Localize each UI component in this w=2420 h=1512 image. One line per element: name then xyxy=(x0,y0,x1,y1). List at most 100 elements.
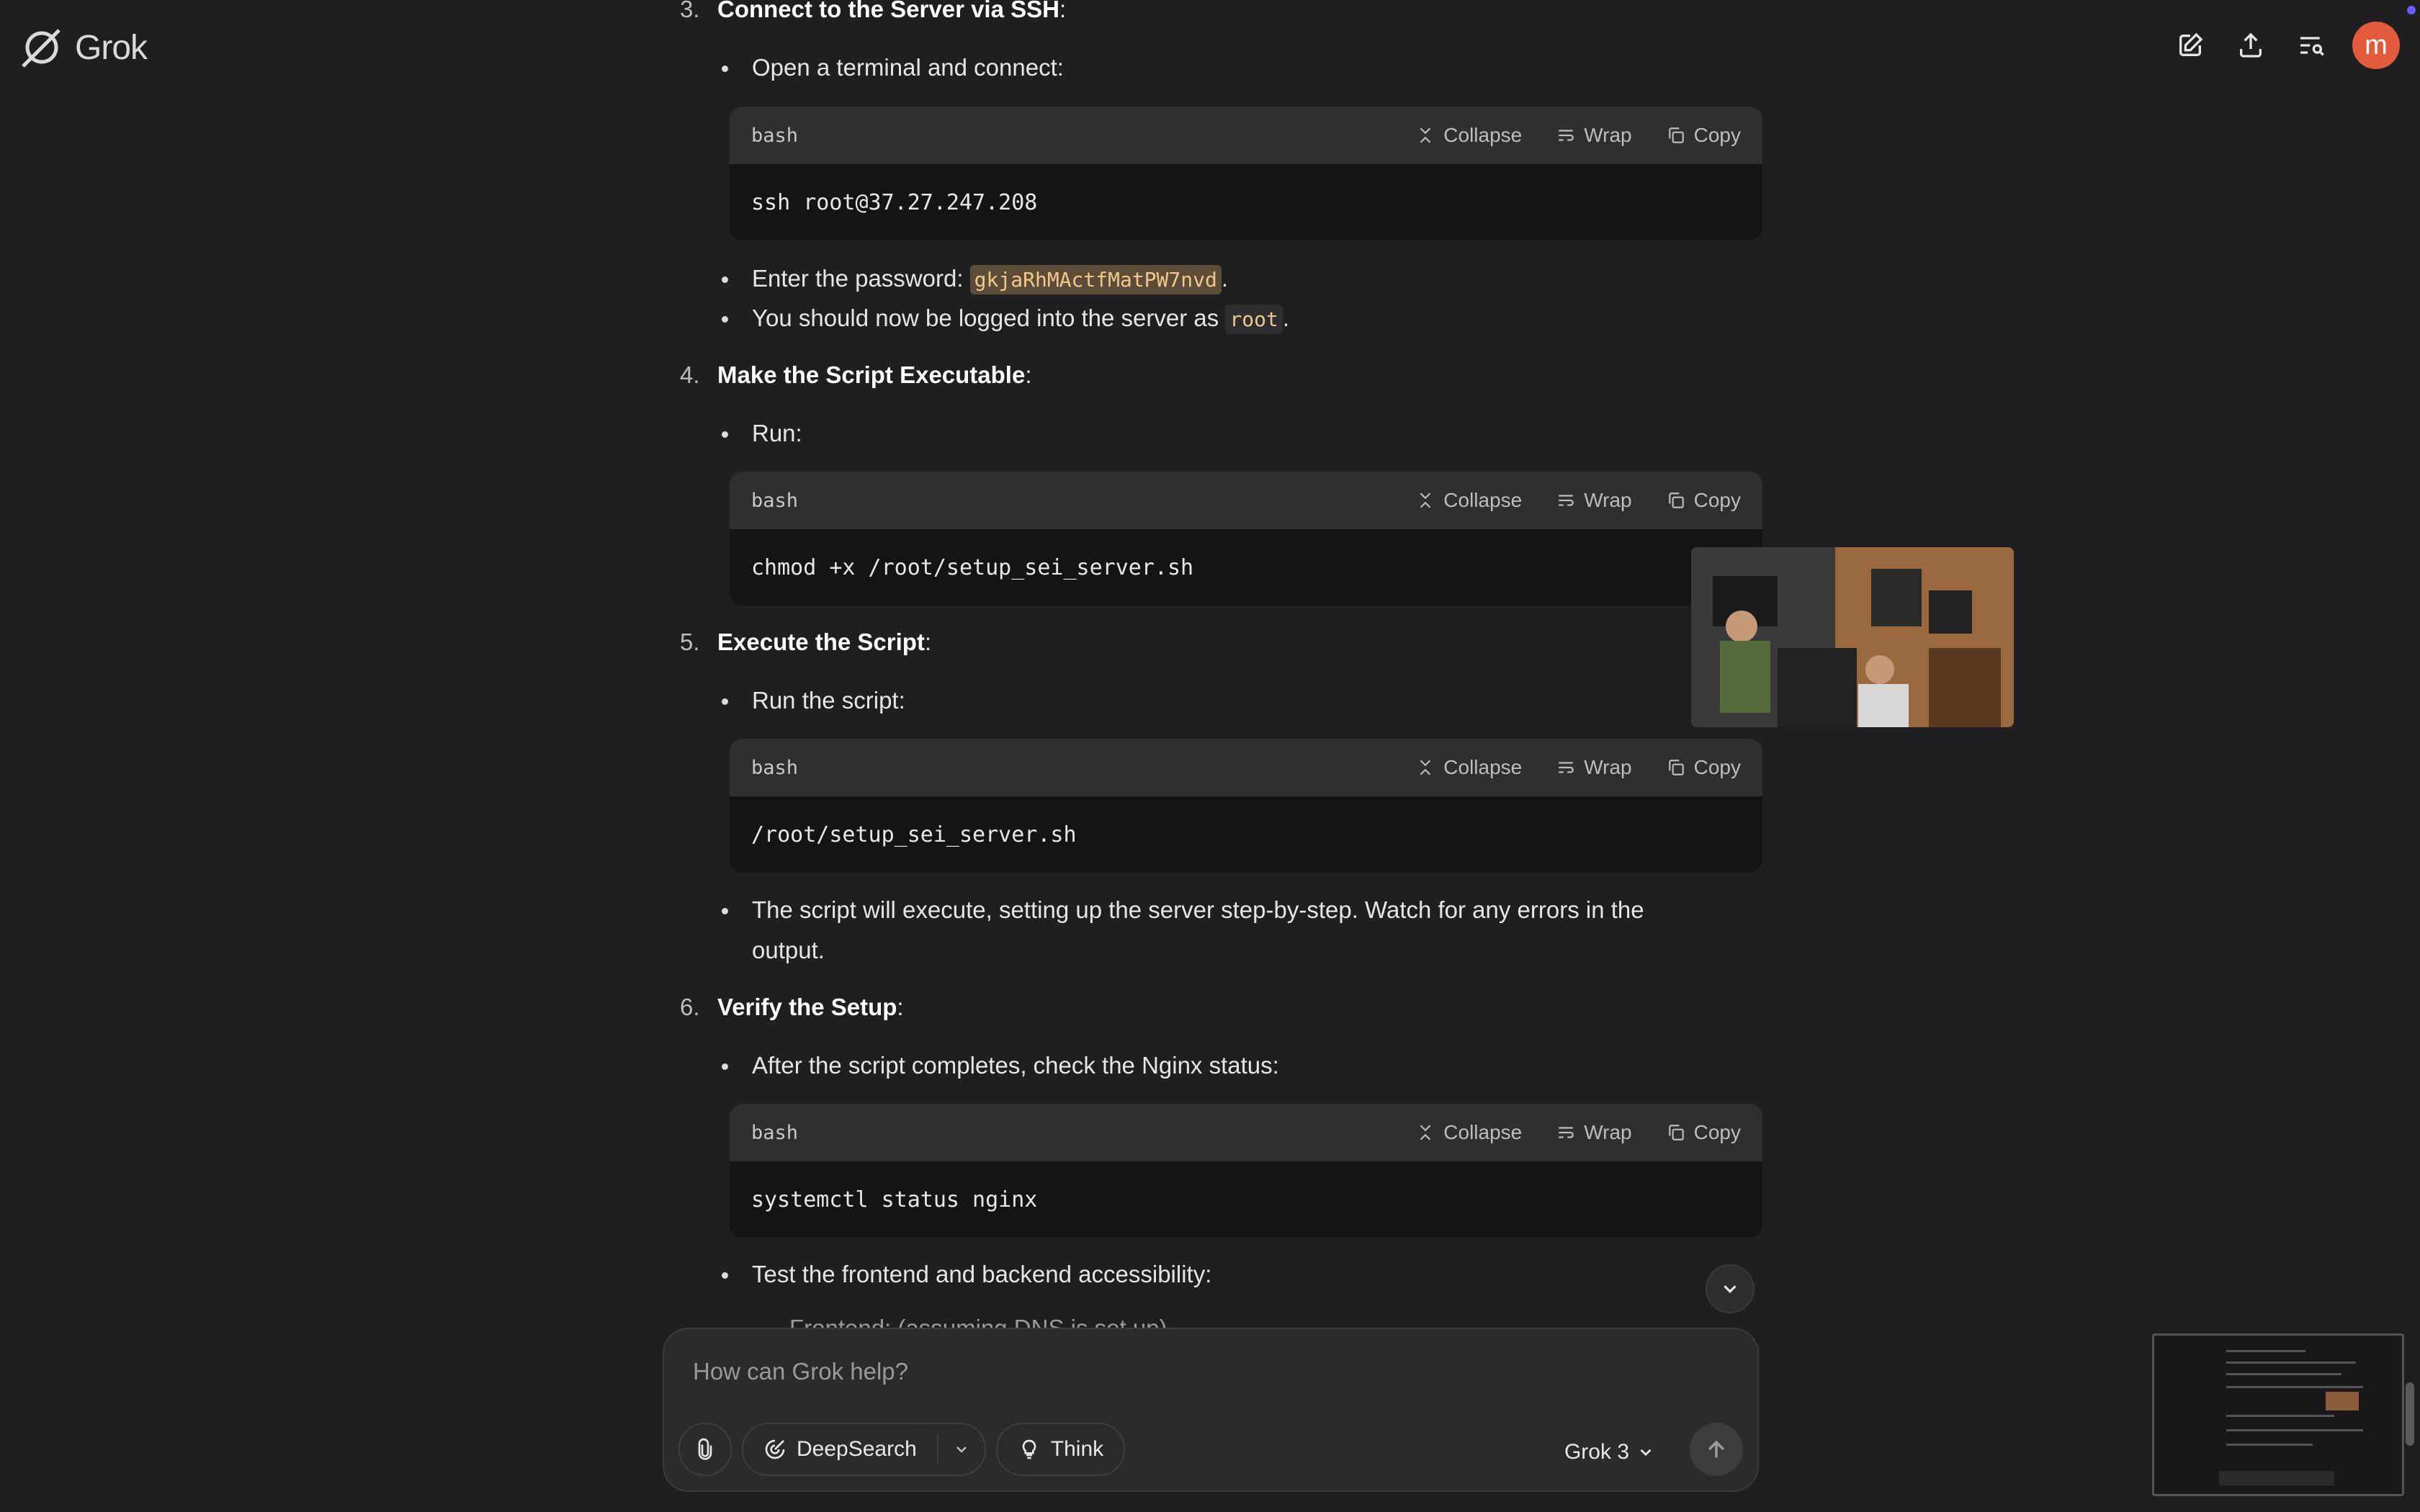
wrap-icon xyxy=(1559,130,1574,141)
collapse-label: Collapse xyxy=(1443,756,1523,778)
wrap-icon xyxy=(1559,762,1574,773)
code-content[interactable]: chmod +x /root/setup_sei_server.sh xyxy=(730,529,1762,606)
prompt-input[interactable]: How can Grok help? xyxy=(693,1358,908,1385)
bullet-text: After the script completes, check the Ng… xyxy=(752,1052,1279,1079)
collapse-button[interactable]: Collapse xyxy=(1416,756,1522,779)
copy-label: Copy xyxy=(1693,1121,1741,1143)
bullet-text: Enter the password: xyxy=(752,265,964,292)
copy-icon xyxy=(1668,127,1684,143)
deepsearch-group: DeepSearch xyxy=(742,1423,986,1476)
wrap-label: Wrap xyxy=(1584,124,1632,146)
deepsearch-button[interactable]: DeepSearch xyxy=(743,1426,937,1473)
collapse-button[interactable]: Collapse xyxy=(1416,124,1522,147)
grok-logo[interactable]: Grok xyxy=(19,24,148,71)
video-frame-image xyxy=(1691,547,2014,727)
code-content[interactable]: ssh root@37.27.247.208 xyxy=(730,164,1762,240)
wrap-button[interactable]: Wrap xyxy=(1556,1121,1632,1144)
code-content[interactable]: /root/setup_sei_server.sh xyxy=(730,796,1762,873)
copy-icon xyxy=(1668,1125,1684,1140)
history-search-button[interactable] xyxy=(2292,22,2331,68)
step-suffix: : xyxy=(924,629,932,655)
deepsearch-options-button[interactable] xyxy=(938,1426,985,1473)
collapse-icon xyxy=(1420,492,1431,508)
step-number: 6. xyxy=(680,994,700,1020)
wrap-button[interactable]: Wrap xyxy=(1556,756,1632,779)
think-label: Think xyxy=(1050,1437,1104,1461)
new-chat-button[interactable] xyxy=(2171,22,2210,68)
collapse-label: Collapse xyxy=(1443,124,1523,146)
thumbnail-line xyxy=(2226,1362,2356,1364)
wrap-label: Wrap xyxy=(1584,1121,1632,1143)
bullet-text: The script will execute, setting up the … xyxy=(752,896,1644,963)
share-icon xyxy=(2240,32,2262,58)
attach-button[interactable] xyxy=(678,1423,732,1476)
collapse-button[interactable]: Collapse xyxy=(1416,489,1522,512)
copy-button[interactable]: Copy xyxy=(1667,1121,1741,1144)
list-item: Open a terminal and connect: xyxy=(722,48,1064,88)
copy-button[interactable]: Copy xyxy=(1667,124,1741,147)
send-button[interactable] xyxy=(1690,1423,1743,1476)
wrap-button[interactable]: Wrap xyxy=(1556,489,1632,512)
copy-button[interactable]: Copy xyxy=(1667,489,1741,512)
code-block: bash Collapse Wrap Copy systemctl status… xyxy=(730,1104,1762,1238)
composer-toolbar: DeepSearch Think xyxy=(678,1423,1126,1476)
collapse-button[interactable]: Collapse xyxy=(1416,1121,1522,1144)
deepsearch-icon xyxy=(765,1439,785,1459)
bullet-text: Run the script: xyxy=(752,687,905,714)
composer: How can Grok help? DeepSearch Think Grok… xyxy=(663,1328,1759,1492)
code-content[interactable]: systemctl status nginx xyxy=(730,1161,1762,1238)
copy-icon xyxy=(1668,760,1684,775)
share-button[interactable] xyxy=(2231,22,2270,68)
step-title: Execute the Script xyxy=(717,629,925,655)
thumbnail-line xyxy=(2226,1429,2363,1431)
copy-icon xyxy=(1668,492,1684,508)
step-number: 4. xyxy=(680,361,700,388)
list-item: The script will execute, setting up the … xyxy=(722,890,1717,971)
code-block-header: bash Collapse Wrap Copy xyxy=(730,472,1762,529)
bullet-text: Run: xyxy=(752,420,802,446)
avatar[interactable]: m xyxy=(2352,22,2400,69)
wrap-label: Wrap xyxy=(1584,756,1632,778)
collapse-label: Collapse xyxy=(1443,489,1523,511)
code-block-header: bash Collapse Wrap Copy xyxy=(730,107,1762,164)
video-overlay[interactable] xyxy=(1691,547,2014,727)
thumbnail-line xyxy=(2226,1386,2363,1388)
list-item: Test the frontend and backend accessibil… xyxy=(721,1254,1212,1295)
code-actions: Collapse Wrap Copy xyxy=(1416,756,1741,779)
list-item: Enter the password: gkjaRhMActfMatPW7nvd… xyxy=(722,258,1228,300)
wrap-button[interactable]: Wrap xyxy=(1556,124,1632,147)
step-5: 5. Execute the Script: xyxy=(680,629,931,656)
chevron-down-icon xyxy=(1724,1285,1736,1293)
scrollbar[interactable] xyxy=(2406,1382,2414,1446)
send-arrow-icon xyxy=(1708,1440,1725,1458)
scroll-to-bottom-button[interactable] xyxy=(1706,1264,1754,1313)
code-language: bash xyxy=(751,1121,799,1144)
step-3: 3. Connect to the Server via SSH: xyxy=(680,0,1066,23)
step-number: 5. xyxy=(680,629,700,655)
collapse-icon xyxy=(1420,1125,1431,1140)
code-block-header: bash Collapse Wrap Copy xyxy=(730,1104,1762,1161)
code-actions: Collapse Wrap Copy xyxy=(1416,1121,1741,1144)
thumbnail-composer xyxy=(2219,1471,2334,1485)
chevron-down-icon xyxy=(956,1446,967,1453)
think-button[interactable]: Think xyxy=(995,1423,1126,1476)
wrap-icon xyxy=(1559,495,1574,506)
step-suffix: : xyxy=(1025,361,1032,388)
step-4: 4. Make the Script Executable: xyxy=(680,361,1032,389)
copy-button[interactable]: Copy xyxy=(1667,756,1741,779)
step-6: 6. Verify the Setup: xyxy=(680,994,904,1021)
model-label: Grok 3 xyxy=(1564,1440,1629,1464)
step-suffix: : xyxy=(1059,0,1067,22)
list-item: Run the script: xyxy=(722,680,905,721)
bullet-text: You should now be logged into the server… xyxy=(752,305,1219,331)
deepsearch-label: DeepSearch xyxy=(797,1437,917,1461)
grok-logo-icon xyxy=(22,29,60,68)
password-inline-code[interactable]: gkjaRhMActfMatPW7nvd xyxy=(969,265,1222,294)
bullet-text: Test the frontend and backend accessibil… xyxy=(752,1261,1212,1287)
model-selector[interactable]: Grok 3 xyxy=(1564,1440,1655,1464)
copy-label: Copy xyxy=(1693,489,1741,511)
code-block-header: bash Collapse Wrap Copy xyxy=(730,739,1762,796)
screen-thumbnail[interactable] xyxy=(2152,1333,2404,1496)
code-block: bash Collapse Wrap Copy chmod +x /root/s… xyxy=(730,472,1762,606)
list-item: After the script completes, check the Ng… xyxy=(722,1045,1279,1086)
